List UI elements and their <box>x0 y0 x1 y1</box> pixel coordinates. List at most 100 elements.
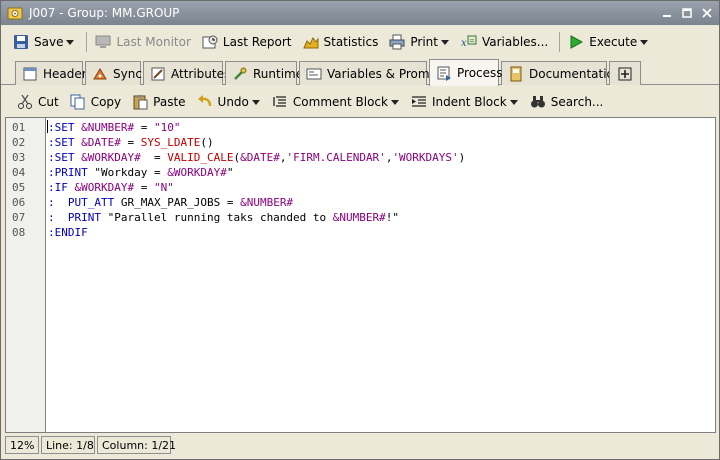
line-number: 07 <box>12 211 26 224</box>
code-token: " <box>226 166 234 179</box>
tab-attributes[interactable]: Attributes <box>143 61 230 85</box>
sync-icon <box>92 66 108 82</box>
code-token: = <box>120 136 141 149</box>
main-toolbar: Save Last Monitor Last Report Statistics <box>1 28 719 56</box>
variables-button[interactable]: x = Variables... <box>457 30 551 54</box>
code-line[interactable]: :ENDIF <box>48 225 88 240</box>
copy-icon <box>69 93 87 111</box>
code-token: &NUMBER# <box>81 121 135 134</box>
line-number: 02 <box>12 136 26 149</box>
copy-button[interactable]: Copy <box>66 90 124 114</box>
line-number-gutter: 01 02 03 04 05 06 07 08 <box>6 118 46 432</box>
variables-icon: x = <box>460 33 478 51</box>
statistics-button[interactable]: Statistics <box>299 30 382 54</box>
line-number: 05 <box>12 181 26 194</box>
code-line[interactable]: :SET &DATE# = SYS_LDATE() <box>48 135 214 150</box>
code-token: PRINT <box>67 211 101 224</box>
code-token: &NUMBER# <box>332 211 386 224</box>
title-bar[interactable]: J007 - Group: MM.GROUP <box>1 1 719 25</box>
code-line[interactable]: :SET &WORKDAY# = VALID_CALE(&DATE#,'FIRM… <box>48 150 465 165</box>
toolbar-separator <box>559 32 561 52</box>
code-token: :PRINT <box>48 166 88 179</box>
code-token: &WORKDAY# <box>81 151 141 164</box>
indent-block-dropdown-icon[interactable] <box>509 99 519 105</box>
tab-documentation[interactable]: Documentation <box>501 61 622 85</box>
line-status: Line: 1/8 <box>41 436 95 454</box>
toolbar-separator <box>86 32 88 52</box>
job-icon <box>7 5 23 21</box>
tab-variables-prompts[interactable]: Variables & Prompts <box>299 61 448 85</box>
column-status: Column: 1/21 <box>97 436 176 454</box>
undo-dropdown-icon[interactable] <box>251 99 261 105</box>
code-token: &DATE# <box>240 151 280 164</box>
code-line[interactable]: : PUT_ATT GR_MAX_PAR_JOBS = &NUMBER# <box>48 195 293 210</box>
code-line[interactable]: :SET &NUMBER# = "10" <box>48 120 180 135</box>
clipboard-icon <box>131 93 149 111</box>
report-icon <box>201 33 219 51</box>
close-icon[interactable] <box>699 5 715 20</box>
comment-block-dropdown-icon[interactable] <box>390 99 400 105</box>
comment-block-icon <box>271 93 289 111</box>
tab-add[interactable] <box>609 61 641 85</box>
tab-sync[interactable]: Sync <box>85 61 142 85</box>
scissors-icon <box>16 93 34 111</box>
print-button[interactable]: Print <box>385 30 453 54</box>
print-dropdown-icon[interactable] <box>440 39 450 45</box>
tab-process[interactable]: Process <box>429 59 503 86</box>
tab-header[interactable]: Header <box>15 61 87 85</box>
line-number: 03 <box>12 151 26 164</box>
code-token: &WORKDAY# <box>167 166 227 179</box>
code-area[interactable]: :SET &NUMBER# = "10":SET &DATE# = SYS_LD… <box>46 118 715 432</box>
comment-block-button[interactable]: Comment Block <box>268 90 403 114</box>
status-bar: 12% Line: 1/8 Column: 1/21 <box>5 435 716 455</box>
last-monitor-button[interactable]: Last Monitor <box>91 30 193 54</box>
editor-window: J007 - Group: MM.GROUP Save Last Monitor… <box>0 0 720 460</box>
indent-block-button[interactable]: Indent Block <box>407 90 522 114</box>
script-editor[interactable]: 01 02 03 04 05 06 07 08 :SET &NUMBER# = "10":SE… <box>5 117 716 433</box>
svg-text:x: x <box>461 38 467 49</box>
code-token: 'FIRM.CALENDAR' <box>286 151 386 164</box>
variables-prompts-icon <box>306 66 322 82</box>
cut-button[interactable]: Cut <box>13 90 62 114</box>
code-token: "Parallel running taks chanded to <box>101 211 333 224</box>
search-button[interactable]: Search... <box>526 90 607 114</box>
last-report-button[interactable]: Last Report <box>198 30 295 54</box>
code-token: "Workday = <box>87 166 168 179</box>
maximize-icon[interactable] <box>679 5 695 20</box>
code-token: "N" <box>153 181 174 194</box>
line-number: 01 <box>12 121 26 134</box>
code-token: VALID_CALE <box>167 151 234 164</box>
paste-button[interactable]: Paste <box>128 90 188 114</box>
line-number: 08 <box>12 226 26 239</box>
svg-text:=: = <box>469 37 475 45</box>
editor-toolbar: Cut Copy Paste Undo Comment Block Indent… <box>1 89 719 115</box>
code-token: () <box>200 136 214 149</box>
process-icon <box>436 65 452 81</box>
code-token: PUT_ATT <box>67 196 115 209</box>
play-icon <box>567 33 585 51</box>
runtime-icon <box>232 66 248 82</box>
code-line[interactable]: :PRINT "Workday = &WORKDAY#" <box>48 165 233 180</box>
undo-button[interactable]: Undo <box>193 90 264 114</box>
code-token: 'WORKDAYS' <box>392 151 459 164</box>
code-token: = <box>134 181 154 194</box>
documentation-icon <box>508 66 524 82</box>
code-line[interactable]: :IF &WORKDAY# = "N" <box>48 180 174 195</box>
code-token: : <box>48 196 55 209</box>
save-dropdown-icon[interactable] <box>65 39 75 45</box>
execute-dropdown-icon[interactable] <box>639 39 649 45</box>
code-token: : <box>48 211 55 224</box>
code-token: = <box>134 121 154 134</box>
execute-button[interactable]: Execute <box>564 30 652 54</box>
code-line[interactable]: : PRINT "Parallel running taks chanded t… <box>48 210 399 225</box>
tab-runtime[interactable]: Runtime <box>225 61 303 85</box>
code-token: :SET <box>48 121 75 134</box>
attributes-icon <box>150 66 166 82</box>
add-tab-icon <box>617 66 633 82</box>
minimize-icon[interactable] <box>659 5 675 20</box>
binoculars-icon <box>529 93 547 111</box>
window-title: J007 - Group: MM.GROUP <box>29 6 180 20</box>
code-token: &WORKDAY# <box>74 181 135 194</box>
save-button[interactable]: Save <box>9 30 78 54</box>
